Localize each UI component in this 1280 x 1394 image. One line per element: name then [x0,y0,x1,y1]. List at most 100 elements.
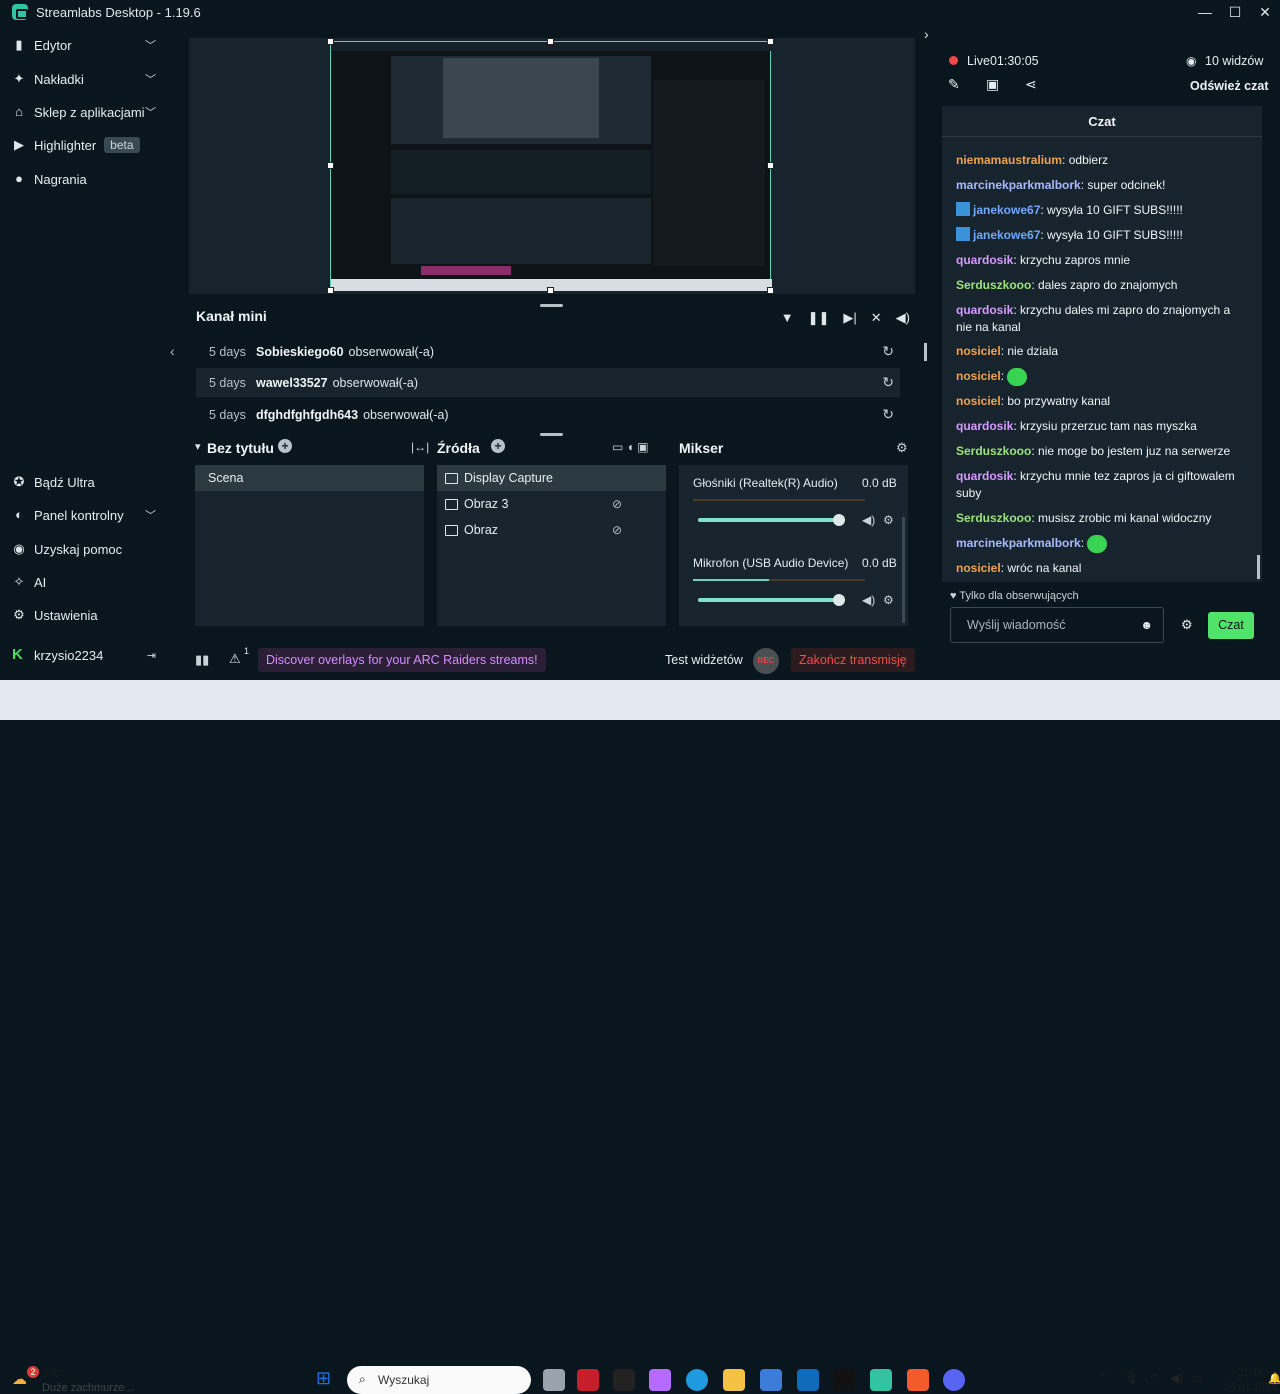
battery-icon[interactable]: ▭ [1192,1371,1203,1385]
chat-user[interactable]: marcinekparkmalbork [956,178,1081,192]
windows-start-icon[interactable]: ⊞ [316,1368,331,1389]
app-icon[interactable] [577,1369,599,1391]
chat-settings-icon[interactable]: ⚙ [1181,617,1193,633]
source-item[interactable]: Obraz 3 ⊘ [437,491,666,517]
scenes-title[interactable]: Bez tytułu [207,440,274,456]
gear-icon[interactable]: ⚙ [883,513,894,527]
discord-icon[interactable] [943,1369,965,1391]
display-capture-preview[interactable] [330,41,772,291]
chevron-down-icon[interactable]: ▾ [195,440,201,453]
edge-icon[interactable] [686,1369,708,1391]
volume-slider[interactable] [698,594,845,606]
slider-knob[interactable] [833,514,845,526]
resize-handle[interactable] [767,287,774,294]
feed-scrollbar[interactable] [924,343,927,361]
resize-handle[interactable] [767,38,774,45]
chat-user[interactable]: marcinekparkmalbork [956,536,1081,550]
volume-icon[interactable]: ◀) [896,310,910,326]
refresh-chat-button[interactable]: Odśwież czat [1190,79,1269,93]
wifi-icon[interactable]: ◠ [1150,1371,1160,1385]
sidebar-item-overlays[interactable]: ✦ Nakładki ﹀ [0,62,170,96]
clock[interactable]: 21:16 16.01.2026 [1224,1366,1277,1394]
speaker-icon[interactable]: ◀) [862,593,875,607]
replay-icon[interactable]: ↻ [882,343,894,360]
chat-user[interactable]: nosiciel [956,344,1001,358]
resize-handle[interactable] [547,38,554,45]
mute-alerts-icon[interactable]: ✕ [871,310,882,326]
app-icon[interactable] [613,1369,635,1391]
task-view-icon[interactable] [543,1369,565,1391]
send-chat-button[interactable]: Czat [1208,612,1254,639]
slider-knob[interactable] [833,594,845,606]
replay-icon[interactable]: ↻ [882,374,894,391]
file-explorer-icon[interactable] [723,1369,745,1391]
chat-scrollbar[interactable] [1257,555,1260,579]
resize-handle[interactable] [327,287,334,294]
hidden-eye-icon[interactable]: ⊘ [612,497,622,511]
microphone-icon[interactable]: 🎙 [1124,1371,1139,1385]
sidebar-item-ultra[interactable]: ✪ Bądź Ultra [0,465,170,499]
resize-handle[interactable] [767,162,774,169]
speaker-icon[interactable]: ◀) [862,513,875,527]
share-icon[interactable]: ⋖ [1025,76,1037,93]
chat-user[interactable]: nosiciel [956,369,1001,383]
discover-overlays-banner[interactable]: Discover overlays for your ARC Raiders s… [258,648,546,672]
chat-user[interactable]: Serduszkooo [956,511,1031,525]
transition-icon[interactable]: |↔| [411,440,429,454]
streamlabs-taskbar-icon[interactable] [870,1369,892,1391]
gear-icon[interactable]: ⚙ [883,593,894,607]
add-scene-icon[interactable]: + [278,439,292,453]
resize-handle[interactable] [547,287,554,294]
chat-user[interactable]: janekowe67 [973,203,1040,217]
sidebar-item-settings[interactable]: ⚙ Ustawienia [0,598,170,632]
chat-user[interactable]: nosiciel [956,561,1001,575]
alert-icon[interactable]: ⚠ [229,651,241,667]
sidebar-item-help[interactable]: ◉ Uzyskaj pomoc [0,532,170,566]
sidebar-item-dashboard[interactable]: ◐ Panel kontrolny ﹀ [0,498,170,532]
outlook-icon[interactable] [797,1369,819,1391]
sidebar-item-editor[interactable]: ▮ Edytor ﹀ [0,28,170,62]
scene-item[interactable]: Scena [195,465,424,491]
source-item[interactable]: Obraz ⊘ [437,517,666,543]
collapse-sidebar-icon[interactable]: ‹ [170,343,175,359]
edit-stream-icon[interactable]: ✎ [948,76,960,93]
chat-user[interactable]: janekowe67 [973,228,1040,242]
tiktok-icon[interactable] [833,1369,855,1391]
add-source-icon[interactable]: + [491,439,505,453]
logout-icon[interactable]: ⇥ [147,649,156,662]
resize-handle[interactable] [327,162,334,169]
dock-drag-handle[interactable] [540,433,563,436]
preview-drag-handle[interactable] [540,304,563,307]
chat-user[interactable]: Serduszkooo [956,444,1031,458]
chat-user[interactable]: quardosik [956,419,1013,433]
chat-user[interactable]: quardosik [956,253,1013,267]
rec-button[interactable]: REC [753,648,779,674]
hidden-eye-icon[interactable]: ⊘ [612,523,622,537]
chat-user[interactable]: quardosik [956,469,1013,483]
sidebar-item-recordings[interactable]: ● Nagrania [0,162,170,196]
sidebar-item-app-store[interactable]: ⌂ Sklep z aplikacjami ﹀ [0,95,170,129]
copilot-icon[interactable] [649,1369,671,1391]
source-item[interactable]: Display Capture [437,465,666,491]
resize-handle[interactable] [327,38,334,45]
chat-user[interactable]: niemamaustralium [956,153,1062,167]
emoji-icon[interactable]: ☻ [1140,618,1153,632]
collapse-panel-icon[interactable]: › [924,26,929,42]
sidebar-item-highlighter[interactable]: ▶ Highlighter beta [0,128,170,162]
volume-slider[interactable] [698,514,845,526]
end-stream-button[interactable]: Zakończ transmisję [791,648,915,672]
store-icon[interactable] [760,1369,782,1391]
chat-user[interactable]: quardosik [956,303,1013,317]
pause-icon[interactable]: ❚❚ [808,310,830,326]
volume-icon[interactable]: ◀) [1170,1371,1183,1385]
replay-icon[interactable]: ↻ [882,406,894,423]
skip-icon[interactable]: ▶| [843,310,856,326]
tray-chevron-icon[interactable]: ⌃ [1098,1371,1107,1384]
test-widgets-button[interactable]: Test widżetów [665,653,743,667]
source-tools-icon[interactable]: ▭ ◖ ▣ [612,440,649,454]
chat-user[interactable]: nosiciel [956,394,1001,408]
sidebar-item-ai[interactable]: ✧ AI [0,565,170,599]
chat-input[interactable] [951,608,1131,642]
taskbar-search[interactable]: ⌕ Wyszukaj [347,1366,531,1394]
filter-icon[interactable]: ▼ [781,310,794,326]
